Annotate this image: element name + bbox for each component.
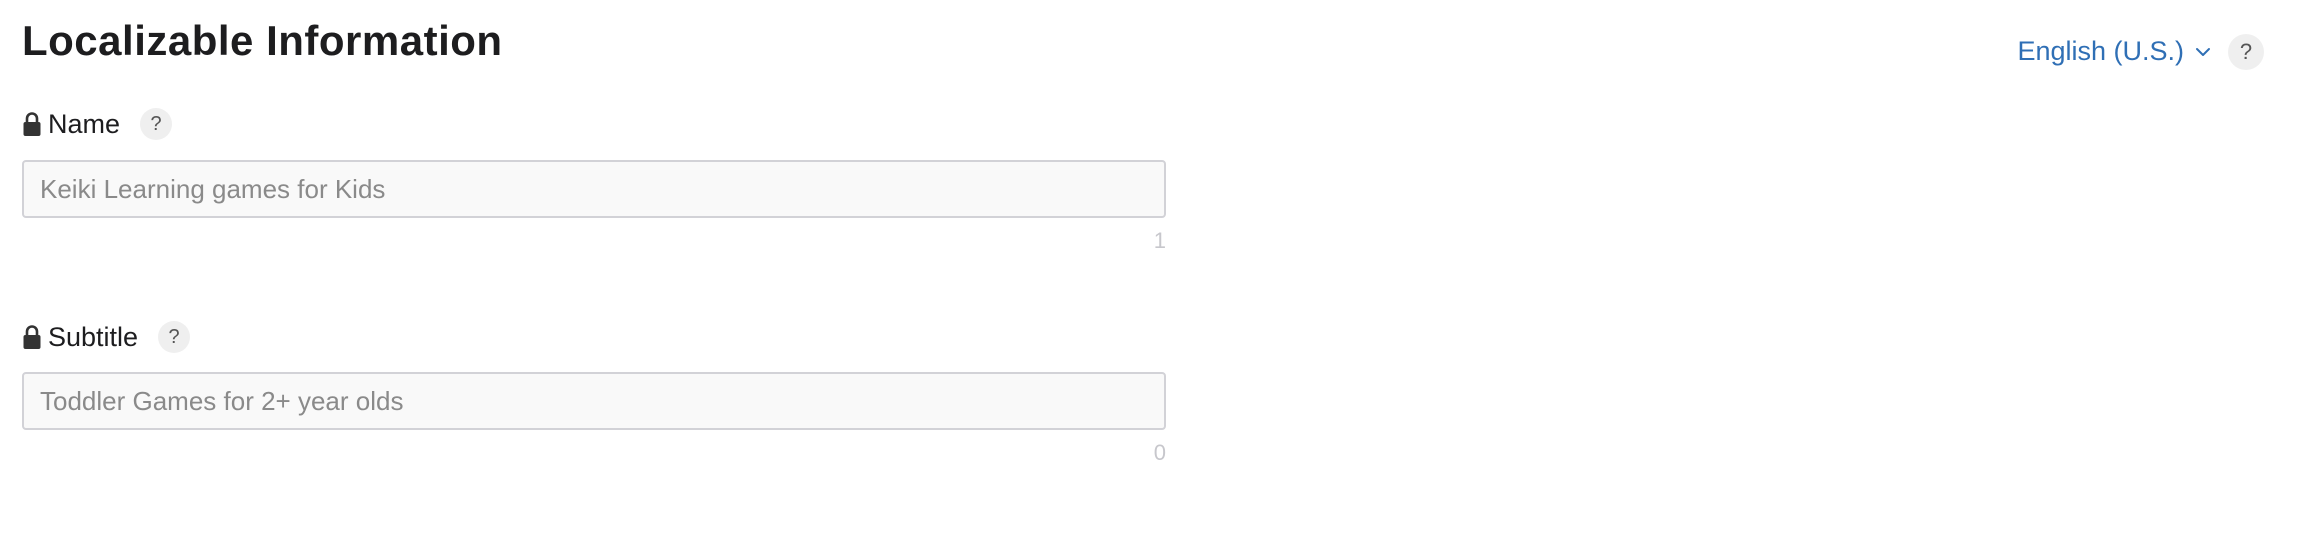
help-icon[interactable]: ?: [2228, 34, 2264, 70]
name-label: Name: [48, 108, 121, 139]
language-selector-label: English (U.S.): [2017, 36, 2184, 66]
lock-icon: [23, 112, 41, 136]
subtitle-input[interactable]: [22, 372, 1166, 430]
name-input[interactable]: [22, 160, 1166, 218]
subtitle-char-count: 0: [1153, 440, 1166, 465]
name-char-count: 1: [1153, 228, 1166, 253]
language-selector[interactable]: English (U.S.): [2017, 36, 2212, 67]
subtitle-field-label-row: Subtitle ?: [22, 321, 191, 353]
lock-icon: [23, 325, 41, 349]
page-title: Localizable Information: [22, 17, 503, 64]
help-icon[interactable]: ?: [158, 321, 191, 353]
subtitle-label: Subtitle: [48, 321, 139, 352]
name-field-label-row: Name ?: [22, 108, 173, 140]
help-icon[interactable]: ?: [140, 108, 173, 140]
chevron-down-icon: [2196, 47, 2210, 56]
